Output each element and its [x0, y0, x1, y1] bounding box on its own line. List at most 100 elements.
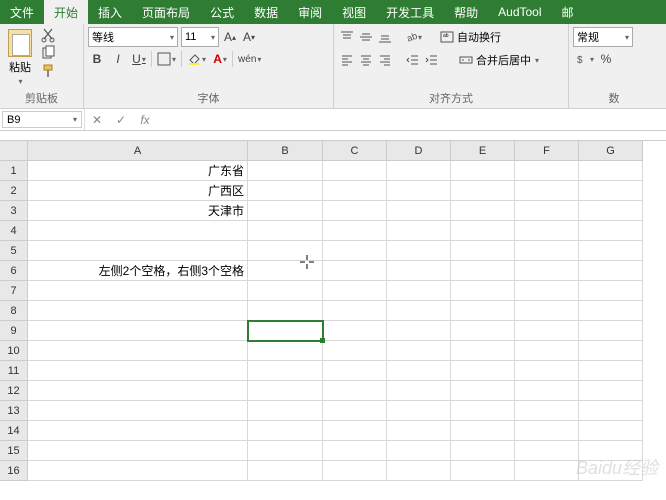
cell-E5[interactable]	[451, 241, 515, 261]
cell-A11[interactable]	[28, 361, 248, 381]
font-color-button[interactable]: A▾	[211, 50, 229, 68]
cell-C14[interactable]	[323, 421, 387, 441]
fx-icon[interactable]: fx	[133, 113, 157, 127]
cut-icon[interactable]	[40, 27, 56, 43]
cell-F10[interactable]	[515, 341, 579, 361]
row-header[interactable]: 6	[0, 261, 28, 281]
copy-icon[interactable]	[40, 45, 56, 61]
percent-icon[interactable]: %	[597, 50, 615, 68]
cell-F2[interactable]	[515, 181, 579, 201]
cell-A15[interactable]	[28, 441, 248, 461]
cell-F7[interactable]	[515, 281, 579, 301]
tab-2[interactable]: 插入	[88, 0, 132, 24]
cell-D14[interactable]	[387, 421, 451, 441]
cell-C2[interactable]	[323, 181, 387, 201]
cell-F6[interactable]	[515, 261, 579, 281]
row-header[interactable]: 13	[0, 401, 28, 421]
tab-5[interactable]: 数据	[244, 0, 288, 24]
cell-G2[interactable]	[579, 181, 643, 201]
row-header[interactable]: 7	[0, 281, 28, 301]
cell-G13[interactable]	[579, 401, 643, 421]
align-left-icon[interactable]	[338, 51, 356, 69]
cell-B16[interactable]	[248, 461, 323, 481]
select-all-corner[interactable]	[0, 141, 28, 161]
cell-D10[interactable]	[387, 341, 451, 361]
cell-B10[interactable]	[248, 341, 323, 361]
cell-E13[interactable]	[451, 401, 515, 421]
phonetic-button[interactable]: wén▾	[236, 50, 263, 68]
cell-F8[interactable]	[515, 301, 579, 321]
cell-B5[interactable]	[248, 241, 323, 261]
font-family-select[interactable]: 等线▾	[88, 27, 178, 47]
cell-D8[interactable]	[387, 301, 451, 321]
cell-B8[interactable]	[248, 301, 323, 321]
formula-input[interactable]	[157, 109, 666, 130]
cell-F9[interactable]	[515, 321, 579, 341]
font-size-select[interactable]: 11▾	[181, 27, 219, 47]
cell-C10[interactable]	[323, 341, 387, 361]
cell-B11[interactable]	[248, 361, 323, 381]
row-header[interactable]: 3	[0, 201, 28, 221]
cell-B3[interactable]	[248, 201, 323, 221]
cell-F14[interactable]	[515, 421, 579, 441]
tab-7[interactable]: 视图	[332, 0, 376, 24]
row-header[interactable]: 2	[0, 181, 28, 201]
row-header[interactable]: 14	[0, 421, 28, 441]
tab-9[interactable]: 帮助	[444, 0, 488, 24]
cell-D15[interactable]	[387, 441, 451, 461]
cell-D12[interactable]	[387, 381, 451, 401]
format-painter-icon[interactable]	[40, 63, 56, 79]
column-header[interactable]: D	[387, 141, 451, 161]
wrap-text-button[interactable]: ab自动换行	[436, 27, 505, 47]
column-header[interactable]: C	[323, 141, 387, 161]
row-header[interactable]: 16	[0, 461, 28, 481]
cell-E1[interactable]	[451, 161, 515, 181]
cell-C4[interactable]	[323, 221, 387, 241]
cell-F12[interactable]	[515, 381, 579, 401]
cell-G9[interactable]	[579, 321, 643, 341]
currency-icon[interactable]: $▾	[573, 50, 596, 68]
cell-A7[interactable]	[28, 281, 248, 301]
cell-F4[interactable]	[515, 221, 579, 241]
cell-A1[interactable]: 广东省	[28, 161, 248, 181]
tab-4[interactable]: 公式	[200, 0, 244, 24]
cell-G4[interactable]	[579, 221, 643, 241]
cell-G14[interactable]	[579, 421, 643, 441]
cell-E8[interactable]	[451, 301, 515, 321]
cell-C7[interactable]	[323, 281, 387, 301]
align-bottom-icon[interactable]	[376, 28, 394, 46]
cell-A8[interactable]	[28, 301, 248, 321]
align-top-icon[interactable]	[338, 28, 356, 46]
row-header[interactable]: 8	[0, 301, 28, 321]
cell-A16[interactable]	[28, 461, 248, 481]
cell-C8[interactable]	[323, 301, 387, 321]
cell-F16[interactable]	[515, 461, 579, 481]
cell-G10[interactable]	[579, 341, 643, 361]
cell-A3[interactable]: 天津市	[28, 201, 248, 221]
row-header[interactable]: 12	[0, 381, 28, 401]
cell-D1[interactable]	[387, 161, 451, 181]
cell-C11[interactable]	[323, 361, 387, 381]
cell-G11[interactable]	[579, 361, 643, 381]
column-header[interactable]: A	[28, 141, 248, 161]
cancel-formula-icon[interactable]: ✕	[85, 113, 109, 127]
align-middle-icon[interactable]	[357, 28, 375, 46]
align-right-icon[interactable]	[376, 51, 394, 69]
tab-3[interactable]: 页面布局	[132, 0, 200, 24]
cell-G1[interactable]	[579, 161, 643, 181]
cell-E3[interactable]	[451, 201, 515, 221]
cell-A2[interactable]: 广西区	[28, 181, 248, 201]
cell-F3[interactable]	[515, 201, 579, 221]
row-header[interactable]: 9	[0, 321, 28, 341]
cell-G6[interactable]	[579, 261, 643, 281]
column-header[interactable]: B	[248, 141, 323, 161]
cell-C13[interactable]	[323, 401, 387, 421]
cell-F15[interactable]	[515, 441, 579, 461]
cell-B1[interactable]	[248, 161, 323, 181]
cell-A6[interactable]: 左侧2个空格，右侧3个空格	[28, 261, 248, 281]
decrease-font-icon[interactable]: A▾	[241, 28, 257, 46]
column-header[interactable]: E	[451, 141, 515, 161]
cell-A9[interactable]	[28, 321, 248, 341]
tab-6[interactable]: 审阅	[288, 0, 332, 24]
cell-D3[interactable]	[387, 201, 451, 221]
